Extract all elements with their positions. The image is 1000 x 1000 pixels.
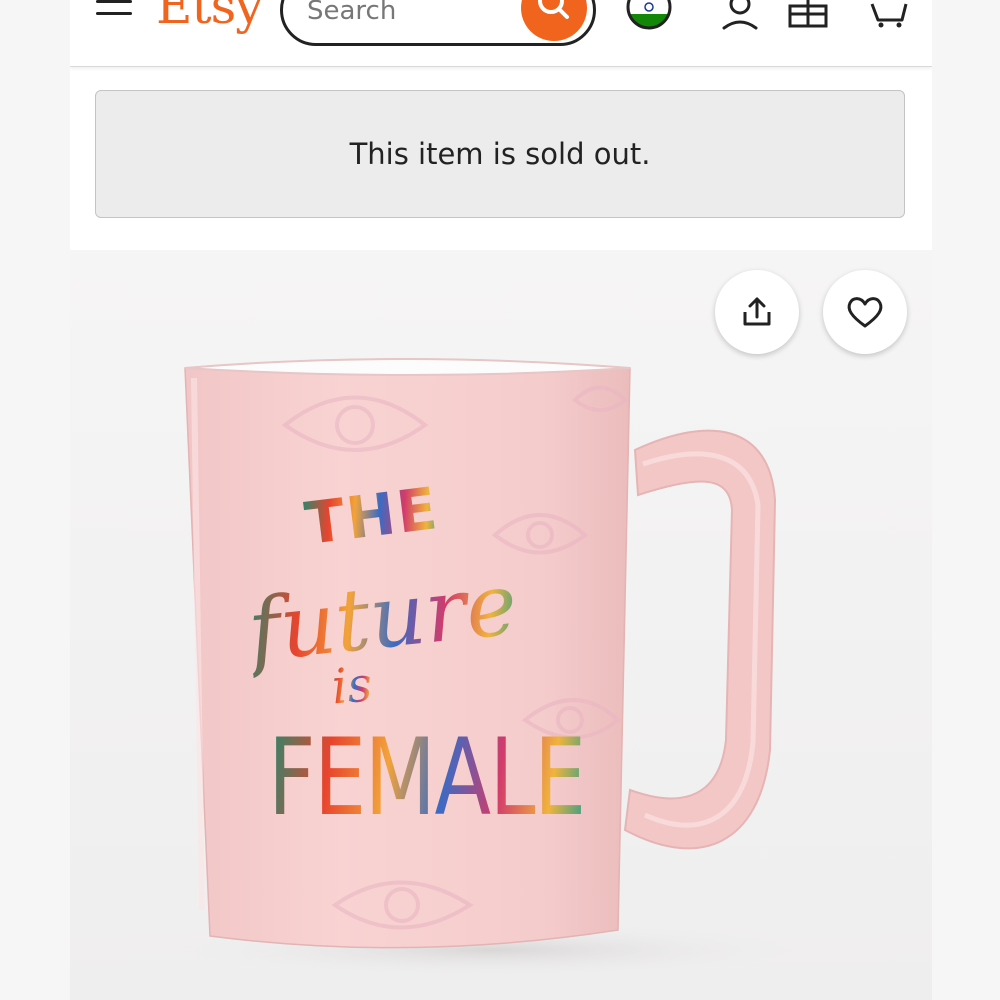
mug-print-line2: future [243,554,522,682]
mug-print-line3: is [330,656,374,716]
gift-icon [788,0,828,28]
listing-image[interactable]: THE future is FEMALE [70,250,932,1000]
search-button[interactable] [521,0,587,41]
cart-icon [870,3,908,28]
mug-print: THE future is FEMALE [70,250,932,1000]
gifts-button[interactable] [786,0,830,34]
search-bar [280,0,596,46]
share-button[interactable] [715,270,799,354]
etsy-logo[interactable]: Etsy [156,0,263,36]
share-icon [743,297,771,326]
mug-print-line1: THE [301,474,443,558]
account-button[interactable] [720,0,760,34]
search-input[interactable] [307,0,517,27]
cart-button[interactable] [868,0,912,34]
sold-out-notice: This item is sold out. [95,90,905,218]
top-header: Etsy [70,0,932,67]
favorite-button[interactable] [823,270,907,354]
region-button[interactable] [624,0,674,36]
search-icon [538,0,569,19]
mobile-page: Etsy Search This item is sold out. THE f… [70,0,932,1000]
right-margin [932,0,1000,1000]
mug-print-line4: FEMALE [268,716,586,839]
heart-icon [847,297,883,328]
left-margin [0,0,70,1000]
menu-icon[interactable] [96,0,132,22]
india-flag-icon [626,0,672,30]
account-icon [722,0,758,30]
